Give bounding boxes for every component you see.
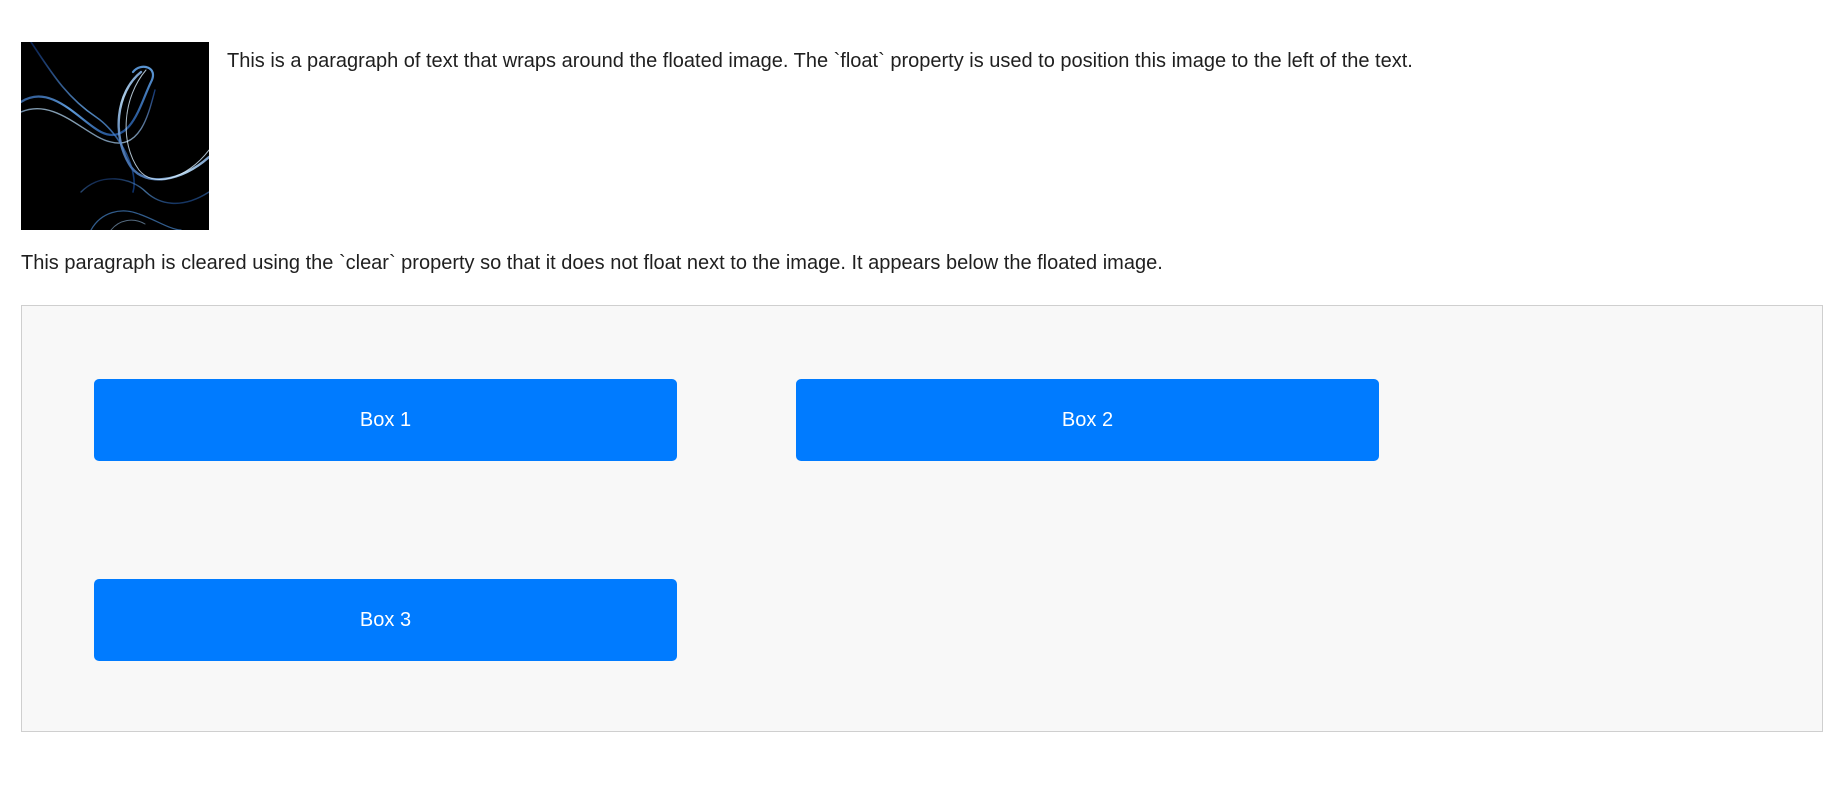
float-paragraph: This is a paragraph of text that wraps a… bbox=[227, 50, 1413, 72]
box-container: Box 1 Box 2 Box 3 bbox=[21, 305, 1823, 732]
box-3-label: Box 3 bbox=[359, 608, 412, 631]
box-2-label: Box 2 bbox=[1061, 408, 1114, 431]
float-section: This is a paragraph of text that wraps a… bbox=[21, 42, 1821, 230]
clear-paragraph: This paragraph is cleared using the `cle… bbox=[21, 252, 1163, 274]
box-1: Box 1 bbox=[94, 379, 677, 461]
abstract-smoke-image bbox=[21, 42, 209, 230]
box-3: Box 3 bbox=[94, 579, 677, 661]
box-2: Box 2 bbox=[796, 379, 1379, 461]
box-1-label: Box 1 bbox=[359, 408, 412, 431]
